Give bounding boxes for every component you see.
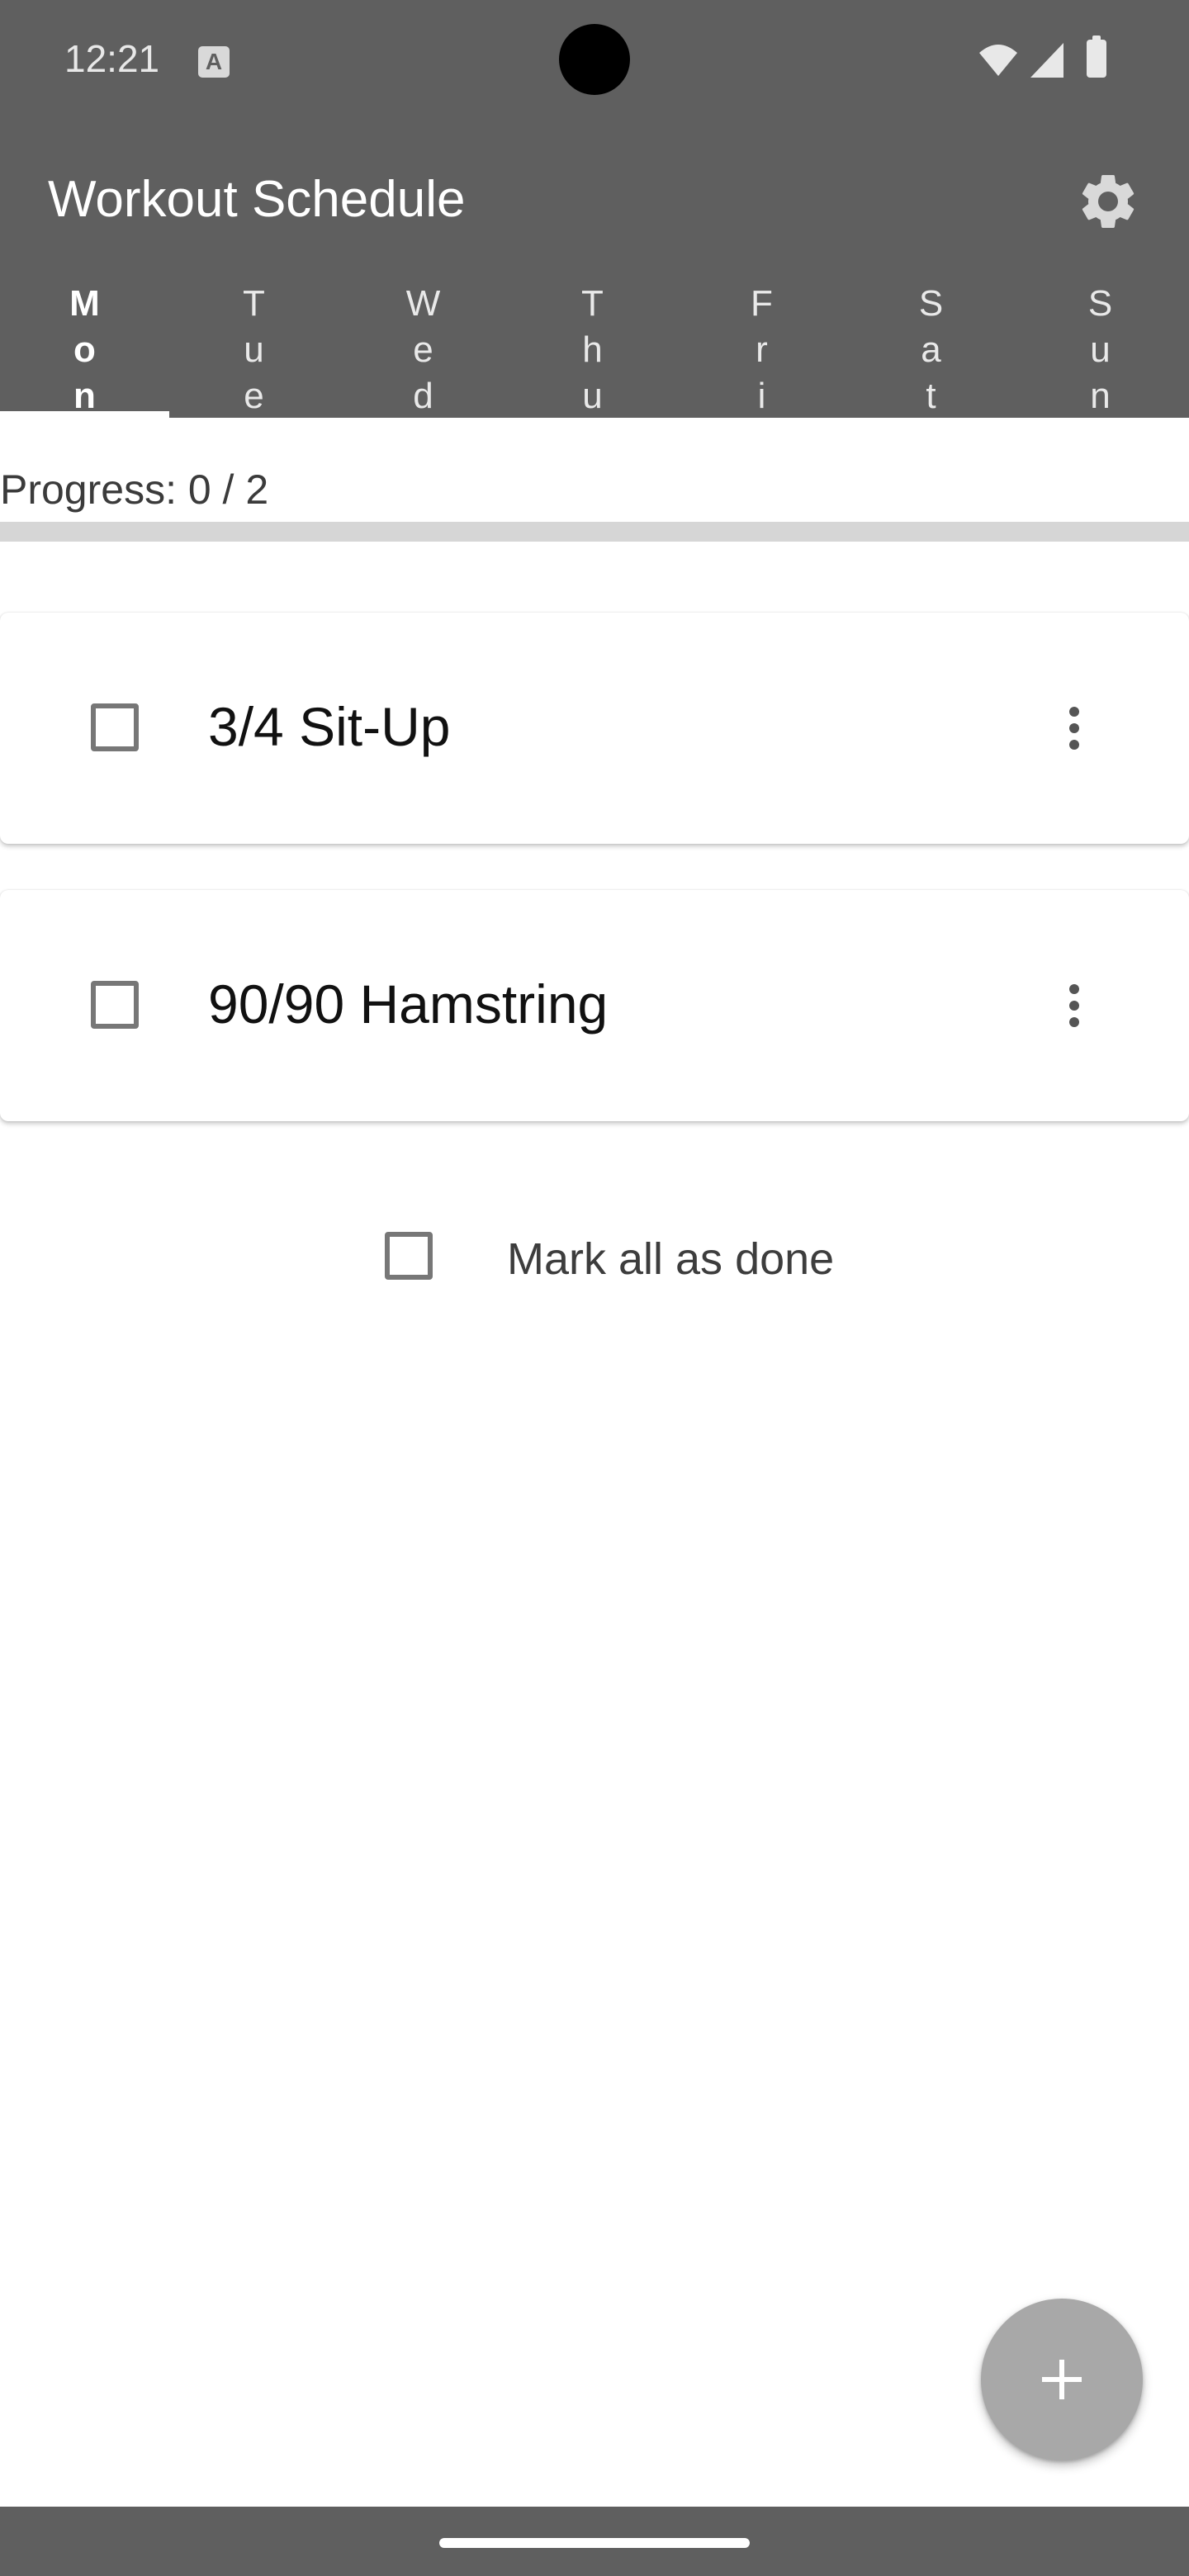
tab-mon[interactable]: Mon [0, 277, 169, 418]
add-exercise-button[interactable] [981, 2299, 1143, 2460]
exercise-card: 3/4 Sit-Up [0, 613, 1189, 844]
exercise-name: 3/4 Sit-Up [208, 696, 451, 757]
tab-label: Fri [751, 283, 773, 416]
navigation-bar [0, 2507, 1189, 2576]
tab-label: Sat [918, 283, 944, 416]
camera-cutout [559, 24, 630, 95]
tab-label: Wed [405, 283, 441, 416]
battery-icon [1087, 36, 1106, 78]
home-gesture-handle[interactable] [439, 2538, 750, 2548]
signal-icon [1030, 43, 1063, 78]
tab-label: Mon [69, 283, 100, 416]
app-header: 12:21 A Workout Schedule Mon Tue Wed Thu… [0, 0, 1189, 418]
exercise-card: 90/90 Hamstring [0, 890, 1189, 1121]
status-time: 12:21 [64, 37, 160, 80]
tab-sun[interactable]: Sun [1016, 277, 1185, 418]
page-title: Workout Schedule [48, 171, 466, 228]
progress-label: Progress: 0 / 2 [0, 466, 269, 513]
day-tabs: Mon Tue Wed Thu Fri Sat Sun [0, 277, 1189, 418]
tab-thu[interactable]: Thu [508, 277, 677, 418]
mark-all-label[interactable]: Mark all as done [507, 1234, 834, 1285]
tab-tue[interactable]: Tue [169, 277, 339, 418]
mark-all-checkbox[interactable] [385, 1232, 433, 1280]
tab-indicator [0, 411, 169, 418]
exercise-checkbox[interactable] [91, 703, 139, 751]
exercise-name: 90/90 Hamstring [208, 973, 609, 1035]
tab-fri[interactable]: Fri [677, 277, 846, 418]
status-bar: 12:21 A [0, 0, 1189, 120]
tab-sat[interactable]: Sat [846, 277, 1016, 418]
tab-wed[interactable]: Wed [339, 277, 508, 418]
progress-bar [0, 522, 1189, 542]
tab-label: Tue [243, 283, 265, 416]
wifi-icon [979, 45, 1017, 76]
notification-icon-letter: A [205, 49, 223, 74]
more-options-icon[interactable] [1054, 695, 1095, 761]
exercise-checkbox[interactable] [91, 981, 139, 1029]
tab-label: Thu [581, 283, 604, 416]
tab-label: Sun [1087, 283, 1113, 416]
more-options-icon[interactable] [1054, 973, 1095, 1039]
notification-icon: A [198, 46, 230, 78]
gear-icon[interactable] [1075, 168, 1141, 234]
